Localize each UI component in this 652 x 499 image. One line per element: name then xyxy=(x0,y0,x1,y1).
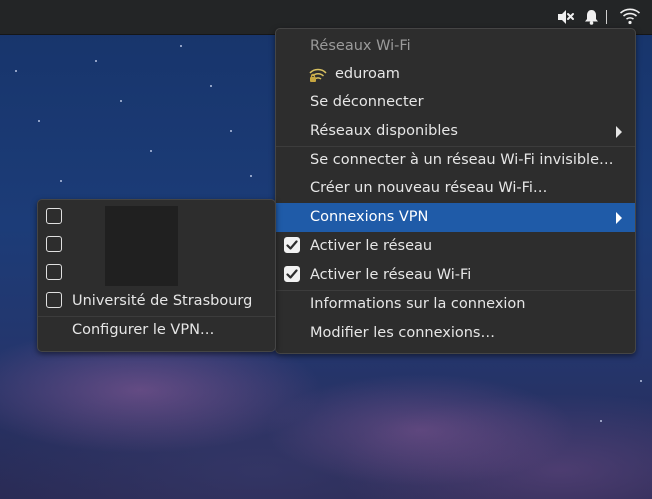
star xyxy=(120,100,122,102)
vpn-submenu: Université de Strasbourg Configurer le V… xyxy=(37,199,276,352)
checkbox-unchecked-icon[interactable] xyxy=(46,292,62,308)
checkbox-unchecked-icon[interactable] xyxy=(46,264,62,280)
submenu-arrow-icon xyxy=(616,212,622,224)
checkbox-checked-icon[interactable] xyxy=(284,237,300,253)
vpn-item-strasbourg[interactable]: Université de Strasbourg xyxy=(38,287,275,316)
wifi-networks-header: Réseaux Wi-Fi xyxy=(310,38,411,54)
star xyxy=(640,380,642,382)
vpn-item[interactable] xyxy=(38,259,275,288)
star xyxy=(150,150,152,152)
star xyxy=(180,45,182,47)
star xyxy=(60,180,62,182)
star xyxy=(38,120,40,122)
create-new-network-item[interactable]: Créer un nouveau réseau Wi-Fi… xyxy=(276,174,635,203)
vpn-item[interactable] xyxy=(38,231,275,260)
enable-wifi-item[interactable]: Activer le réseau Wi-Fi xyxy=(276,261,635,290)
submenu-arrow-icon xyxy=(616,126,622,138)
wifi-icon[interactable] xyxy=(619,7,641,25)
available-networks-item[interactable]: Réseaux disponibles xyxy=(276,117,635,146)
configure-vpn-item[interactable]: Configurer le VPN… xyxy=(38,316,275,345)
star xyxy=(210,85,212,87)
checkbox-checked-icon[interactable] xyxy=(284,266,300,282)
star xyxy=(15,70,17,72)
connection-info-item[interactable]: Informations sur la connexion xyxy=(276,290,635,319)
vpn-item[interactable] xyxy=(38,203,275,232)
checkbox-unchecked-icon[interactable] xyxy=(46,208,62,224)
volume-muted-icon[interactable] xyxy=(557,8,575,26)
star xyxy=(600,420,602,422)
connect-hidden-network-item[interactable]: Se connecter à un réseau Wi-Fi invisible… xyxy=(276,146,635,175)
disconnect-item[interactable]: Se déconnecter xyxy=(276,88,635,117)
enable-network-item[interactable]: Activer le réseau xyxy=(276,232,635,261)
edit-connections-item[interactable]: Modifier les connexions… xyxy=(276,319,635,348)
checkbox-unchecked-icon[interactable] xyxy=(46,236,62,252)
star xyxy=(250,175,252,177)
notification-bell-icon[interactable] xyxy=(584,8,599,26)
tray-separator xyxy=(606,10,607,24)
star xyxy=(230,130,232,132)
vpn-connections-item[interactable]: Connexions VPN xyxy=(276,203,635,232)
star xyxy=(95,60,97,62)
network-menu: Réseaux Wi-Fi eduroam Se déconnecter Rés… xyxy=(275,28,636,354)
network-item-eduroam[interactable]: eduroam xyxy=(276,60,635,89)
